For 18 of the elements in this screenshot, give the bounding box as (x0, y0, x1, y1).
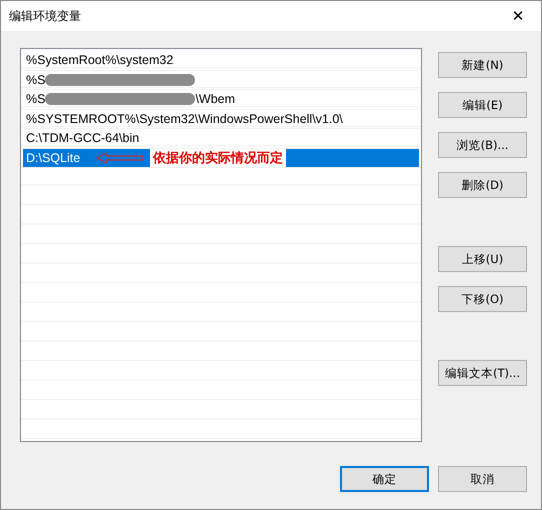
close-button[interactable]: ✕ (495, 1, 541, 31)
left-arrow-icon (96, 152, 144, 164)
dialog-button[interactable]: 取消 (438, 466, 527, 492)
dialog-button[interactable]: 确定 (340, 466, 429, 492)
action-button[interactable]: 新建(N) (438, 52, 527, 78)
path-entry[interactable]: %SYSTEMROOT%\System32\WindowsPowerShell\v1.0\ (23, 110, 419, 129)
action-button[interactable]: 编辑(E) (438, 92, 527, 118)
action-button[interactable]: 上移(U) (438, 246, 527, 272)
path-entry[interactable]: %S (23, 70, 419, 90)
window-title: 编辑环境变量 (9, 8, 81, 24)
path-entry[interactable]: D:\SQLite 依据你的实际情况而定 (23, 148, 419, 168)
annotation-note: 依据你的实际情况而定 (150, 148, 286, 167)
action-button[interactable]: 浏览(B)... (438, 132, 527, 158)
action-button[interactable]: 编辑文本(T)... (438, 360, 527, 386)
path-entry[interactable]: %S \Wbem (23, 90, 419, 110)
path-entry[interactable]: %SystemRoot%\system32 (23, 51, 419, 70)
action-button[interactable]: 下移(O) (438, 286, 527, 312)
action-button[interactable]: 删除(D) (438, 172, 527, 198)
